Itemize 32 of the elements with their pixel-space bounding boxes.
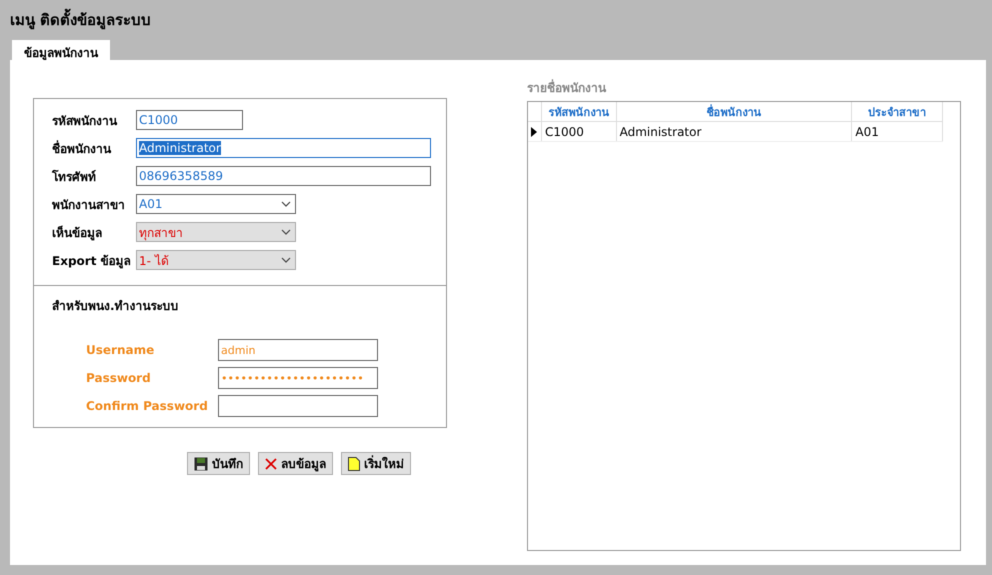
dropdown[interactable]: A01: [136, 194, 296, 214]
table-cell: Administrator: [616, 122, 852, 141]
document-icon: [348, 456, 360, 470]
chevron-down-icon: [281, 229, 291, 235]
table-cell: A01: [852, 122, 943, 141]
section-heading: สำหรับพนง.ทำงานระบบ: [52, 298, 180, 315]
input-field[interactable]: C1000: [136, 110, 243, 130]
chevron-down-icon: [281, 257, 291, 263]
field-label: พนักงานสาขา: [52, 196, 126, 214]
tab[interactable]: ข้อมูลพนักงาน: [12, 40, 110, 60]
field-label: Confirm Password: [86, 399, 209, 413]
field-label: โทรศัพท์: [52, 168, 97, 186]
cross-icon: [265, 458, 277, 470]
new-button[interactable]: เริ่มใหม่: [341, 452, 411, 475]
field-label: รหัสพนักงาน: [52, 112, 118, 130]
field-label: Export ข้อมูล: [52, 252, 132, 270]
chevron-down-icon: [281, 201, 291, 207]
column-header[interactable]: รหัสพนักงาน: [542, 102, 617, 121]
input-field[interactable]: [218, 395, 378, 417]
field-label: เห็นข้อมูล: [52, 224, 103, 242]
list-heading: รายชื่อพนักงาน: [527, 78, 608, 97]
field-label: ชื่อพนักงาน: [52, 139, 112, 158]
input-field[interactable]: 08696358589: [136, 166, 431, 186]
column-header[interactable]: ชื่อพนักงาน: [616, 102, 852, 121]
field-label: Username: [86, 343, 156, 357]
field-label: Password: [86, 371, 152, 385]
save-button[interactable]: บันทึก: [187, 452, 250, 475]
row-pointer-icon: [531, 126, 538, 136]
input-field[interactable]: Administrator: [136, 138, 431, 158]
column-header[interactable]: ประจำสาขา: [852, 102, 943, 121]
delete-button[interactable]: ลบข้อมูล: [258, 452, 333, 475]
table-cell: C1000: [542, 122, 617, 141]
